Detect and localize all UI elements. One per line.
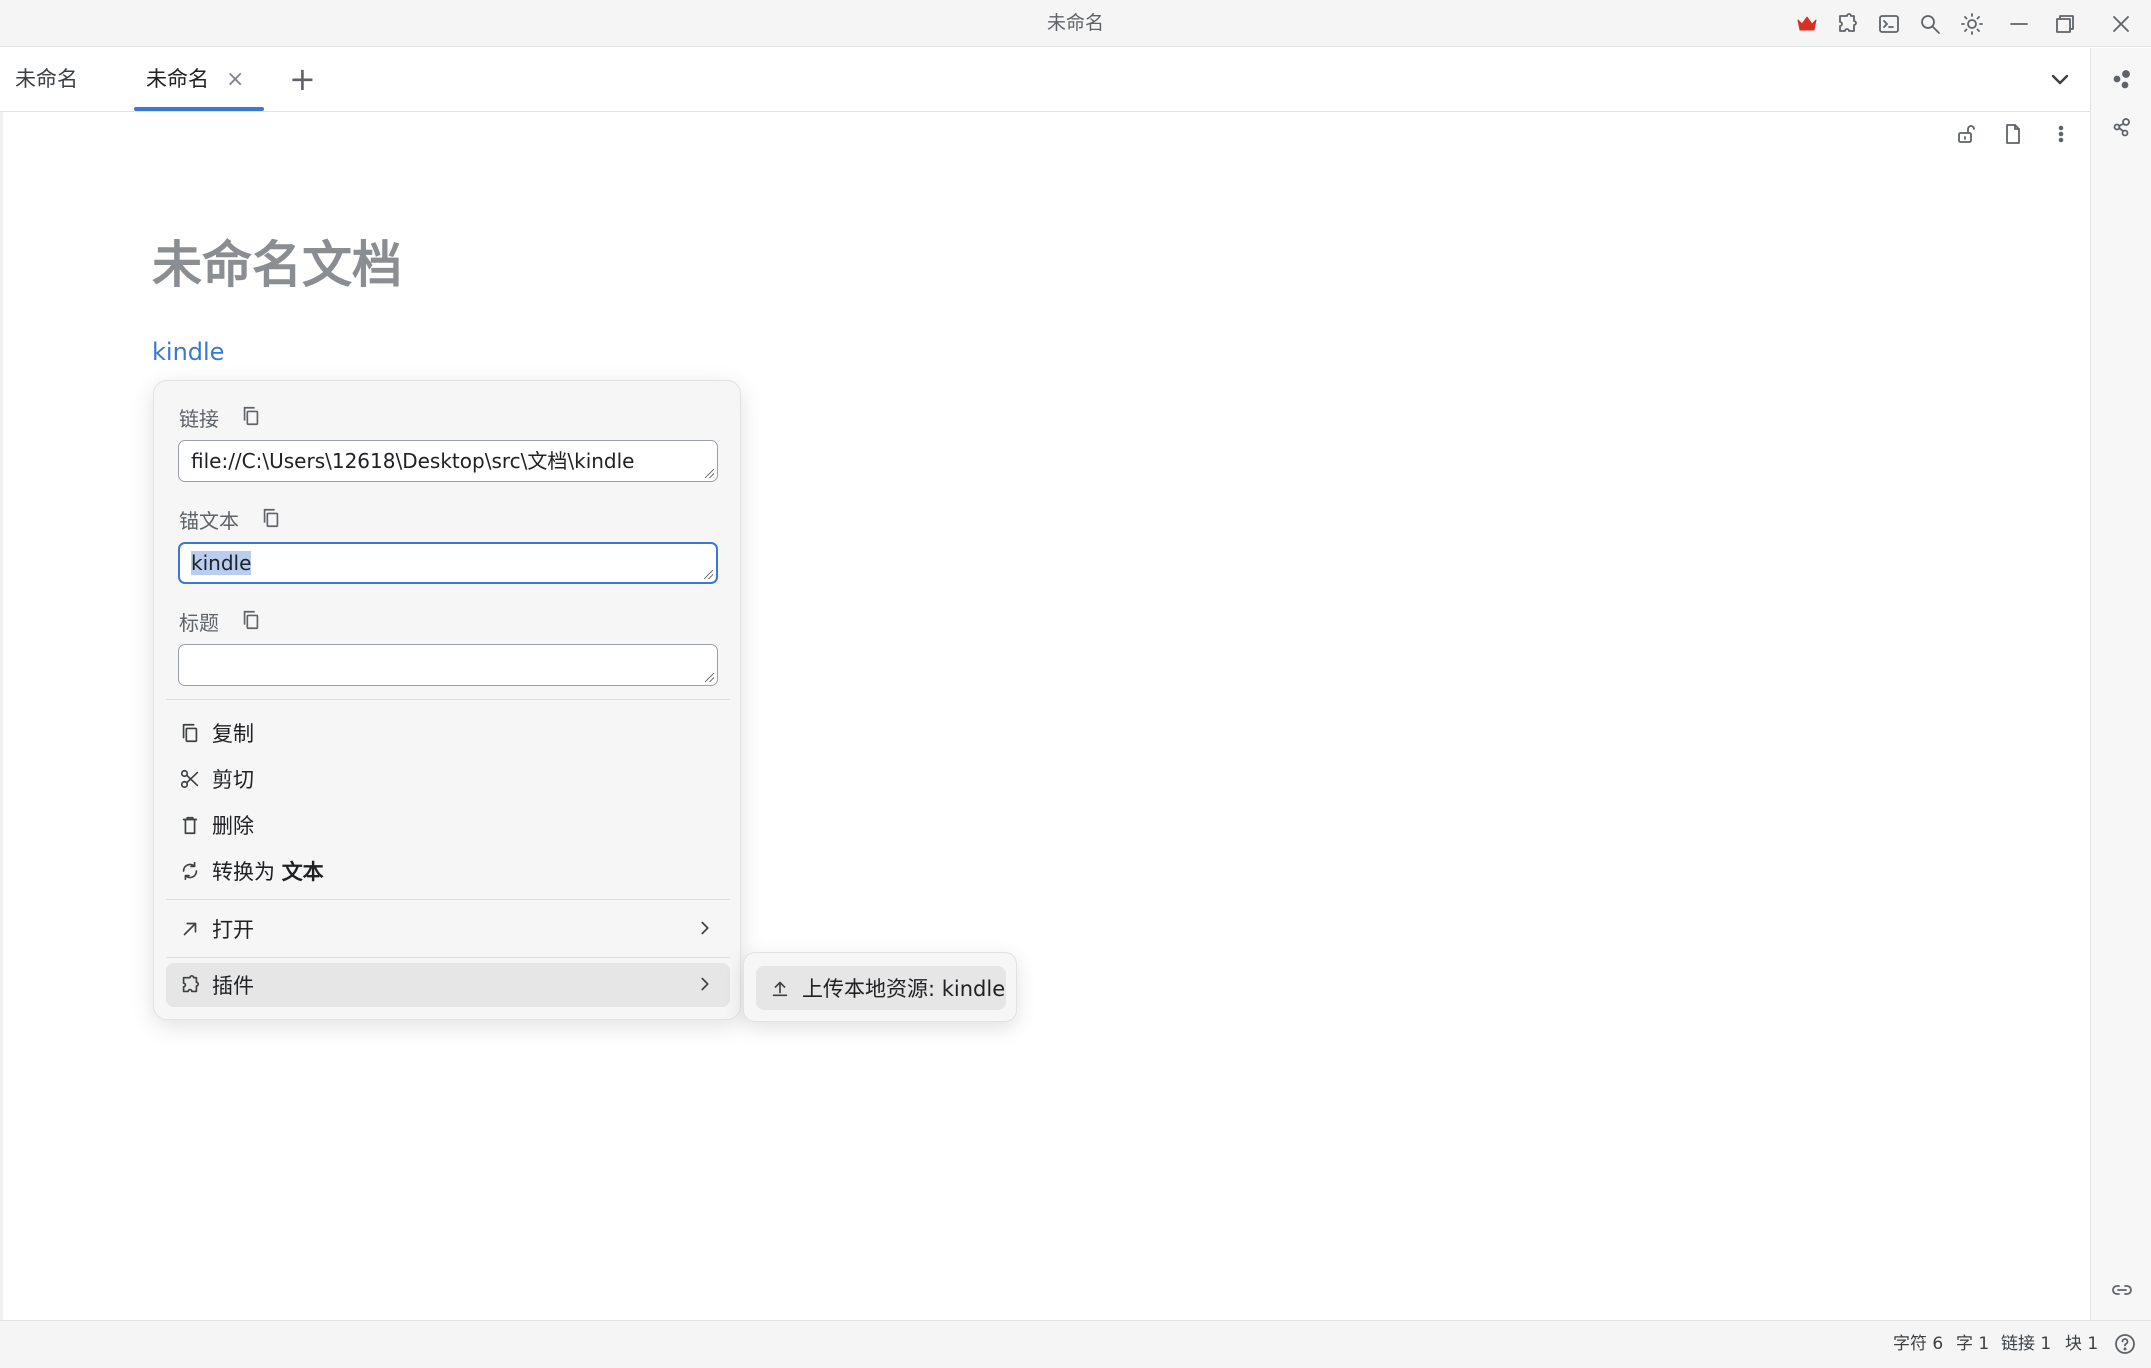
menu-item-label-bold: 文本	[281, 860, 324, 884]
trash-icon	[178, 813, 202, 837]
window-title: 未命名	[1046, 12, 1104, 34]
anchor-input[interactable]: kindle	[178, 542, 718, 584]
close-icon[interactable]	[2105, 8, 2137, 40]
status-char-count: 字符 6	[1893, 1334, 1944, 1354]
crown-icon[interactable]	[1791, 8, 1823, 40]
search-icon[interactable]	[1914, 8, 1946, 40]
arrow-up-right-icon	[178, 917, 202, 941]
document-link[interactable]: kindle	[152, 338, 224, 366]
terminal-icon[interactable]	[1873, 8, 1905, 40]
tab-untitled-1[interactable]: 未命名	[15, 48, 78, 111]
puzzle-icon	[178, 973, 202, 997]
menu-item-label: 转换为	[212, 860, 282, 884]
sun-icon[interactable]	[1956, 8, 1988, 40]
minimize-icon[interactable]	[2003, 8, 2035, 40]
chevron-down-icon[interactable]	[2044, 63, 2076, 95]
file-icon[interactable]	[1997, 118, 2029, 150]
editor-left-edge	[0, 112, 3, 1320]
menu-item-label: 打开	[212, 918, 254, 942]
resize-handle[interactable]	[704, 570, 713, 579]
menu-item-copy[interactable]: 复制	[166, 711, 730, 755]
link-label: 链接	[179, 407, 219, 431]
copy-icon[interactable]	[240, 609, 262, 635]
status-word-count: 字 1	[1956, 1334, 1990, 1354]
more-vertical-icon[interactable]	[2045, 118, 2077, 150]
menu-item-label: 插件	[212, 974, 254, 998]
right-dock	[2090, 48, 2151, 1320]
document-title[interactable]: 未命名文档	[152, 225, 402, 297]
puzzle-icon[interactable]	[1831, 8, 1863, 40]
new-tab-button[interactable]: +	[289, 48, 316, 111]
separator	[166, 957, 730, 958]
active-tab-indicator	[134, 107, 264, 111]
restore-icon[interactable]	[2049, 8, 2081, 40]
scissors-icon	[178, 767, 202, 791]
menu-item-upload-local-resource[interactable]: 上传本地资源: kindle	[756, 966, 1006, 1010]
separator	[166, 899, 730, 900]
tab-label: 未命名	[146, 67, 209, 91]
resize-handle[interactable]	[705, 673, 714, 682]
menu-item-open[interactable]: 打开	[166, 907, 730, 951]
help-icon[interactable]	[2109, 1328, 2141, 1360]
status-block-count: 块 1	[2065, 1334, 2099, 1354]
tab-untitled-2[interactable]: 未命名	[146, 48, 209, 111]
tab-label: 未命名	[15, 67, 78, 91]
graph-icon[interactable]	[2106, 63, 2138, 95]
link-icon[interactable]	[2106, 1274, 2138, 1306]
anchor-input-value: kindle	[191, 551, 252, 575]
refresh-icon	[178, 859, 202, 883]
chevron-right-icon	[694, 917, 716, 944]
menu-item-convert-to-text[interactable]: 转换为 文本	[166, 849, 730, 893]
menu-item-label: 删除	[212, 814, 254, 838]
menu-item-label: 复制	[212, 722, 254, 746]
chevron-right-icon	[694, 973, 716, 1000]
menu-item-label: 上传本地资源: kindle	[802, 977, 1006, 1001]
plugins-submenu: 上传本地资源: kindle	[743, 952, 1017, 1022]
menu-item-label: 剪切	[212, 768, 254, 792]
menu-item-cut[interactable]: 剪切	[166, 757, 730, 801]
menu-item-plugins[interactable]: 插件	[166, 963, 730, 1007]
copy-icon[interactable]	[240, 405, 262, 431]
resize-handle[interactable]	[705, 469, 714, 478]
copy-icon	[178, 721, 202, 745]
link-popup-menu: 链接 file://C:\Users\12618\Desktop\src\文档\…	[153, 380, 741, 1020]
link-input-value: file://C:\Users\12618\Desktop\src\文档\kin…	[191, 449, 635, 473]
unlock-icon[interactable]	[1950, 118, 1982, 150]
separator	[166, 699, 730, 700]
status-link-count: 链接 1	[2001, 1334, 2052, 1354]
share-graph-icon[interactable]	[2106, 111, 2138, 143]
upload-icon	[768, 976, 792, 1000]
link-input[interactable]: file://C:\Users\12618\Desktop\src\文档\kin…	[178, 440, 718, 482]
anchor-label: 锚文本	[179, 509, 239, 533]
title-input[interactable]	[178, 644, 718, 686]
menu-item-delete[interactable]: 删除	[166, 803, 730, 847]
copy-icon[interactable]	[260, 507, 282, 533]
status-bar	[0, 1320, 2151, 1368]
title-label: 标题	[179, 611, 219, 635]
tab-close-icon[interactable]: ×	[226, 48, 244, 111]
